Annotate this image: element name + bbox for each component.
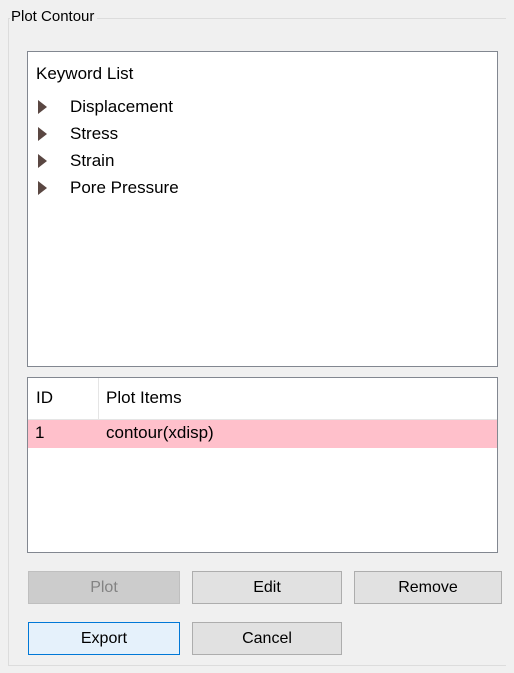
- tree-item-label: Pore Pressure: [70, 178, 179, 197]
- tree-item-label: Strain: [70, 151, 115, 170]
- plot-button[interactable]: Plot: [28, 571, 180, 604]
- keyword-list-header: Keyword List: [36, 64, 134, 83]
- tree-item-label: Displacement: [70, 97, 173, 116]
- plot-items-list[interactable]: ID Plot Items 1 contour(xdisp): [27, 377, 498, 553]
- remove-button[interactable]: Remove: [354, 571, 502, 604]
- edit-button[interactable]: Edit: [192, 571, 342, 604]
- cancel-button[interactable]: Cancel: [192, 622, 342, 655]
- export-button[interactable]: Export: [28, 622, 180, 655]
- group-title: Plot Contour: [10, 7, 98, 27]
- tree-item-pore-pressure[interactable]: Pore Pressure: [36, 174, 179, 202]
- list-header: ID Plot Items: [28, 378, 497, 420]
- tree-item-stress[interactable]: Stress: [36, 120, 118, 148]
- row-plot-item-cell: contour(xdisp): [106, 423, 214, 442]
- expand-arrow-icon[interactable]: [38, 100, 47, 114]
- keyword-tree[interactable]: Keyword List Displacement Stress Strain …: [27, 51, 498, 367]
- row-id-cell: 1: [35, 423, 45, 442]
- expand-arrow-icon[interactable]: [38, 154, 47, 168]
- tree-item-displacement[interactable]: Displacement: [36, 93, 173, 121]
- table-row[interactable]: 1 contour(xdisp): [28, 420, 497, 448]
- column-divider[interactable]: [98, 378, 99, 419]
- tree-item-label: Stress: [70, 124, 119, 143]
- column-header-plot-items[interactable]: Plot Items: [106, 388, 182, 408]
- tree-item-strain[interactable]: Strain: [36, 147, 114, 175]
- expand-arrow-icon[interactable]: [38, 127, 47, 141]
- expand-arrow-icon[interactable]: [38, 181, 47, 195]
- column-header-id[interactable]: ID: [36, 388, 53, 408]
